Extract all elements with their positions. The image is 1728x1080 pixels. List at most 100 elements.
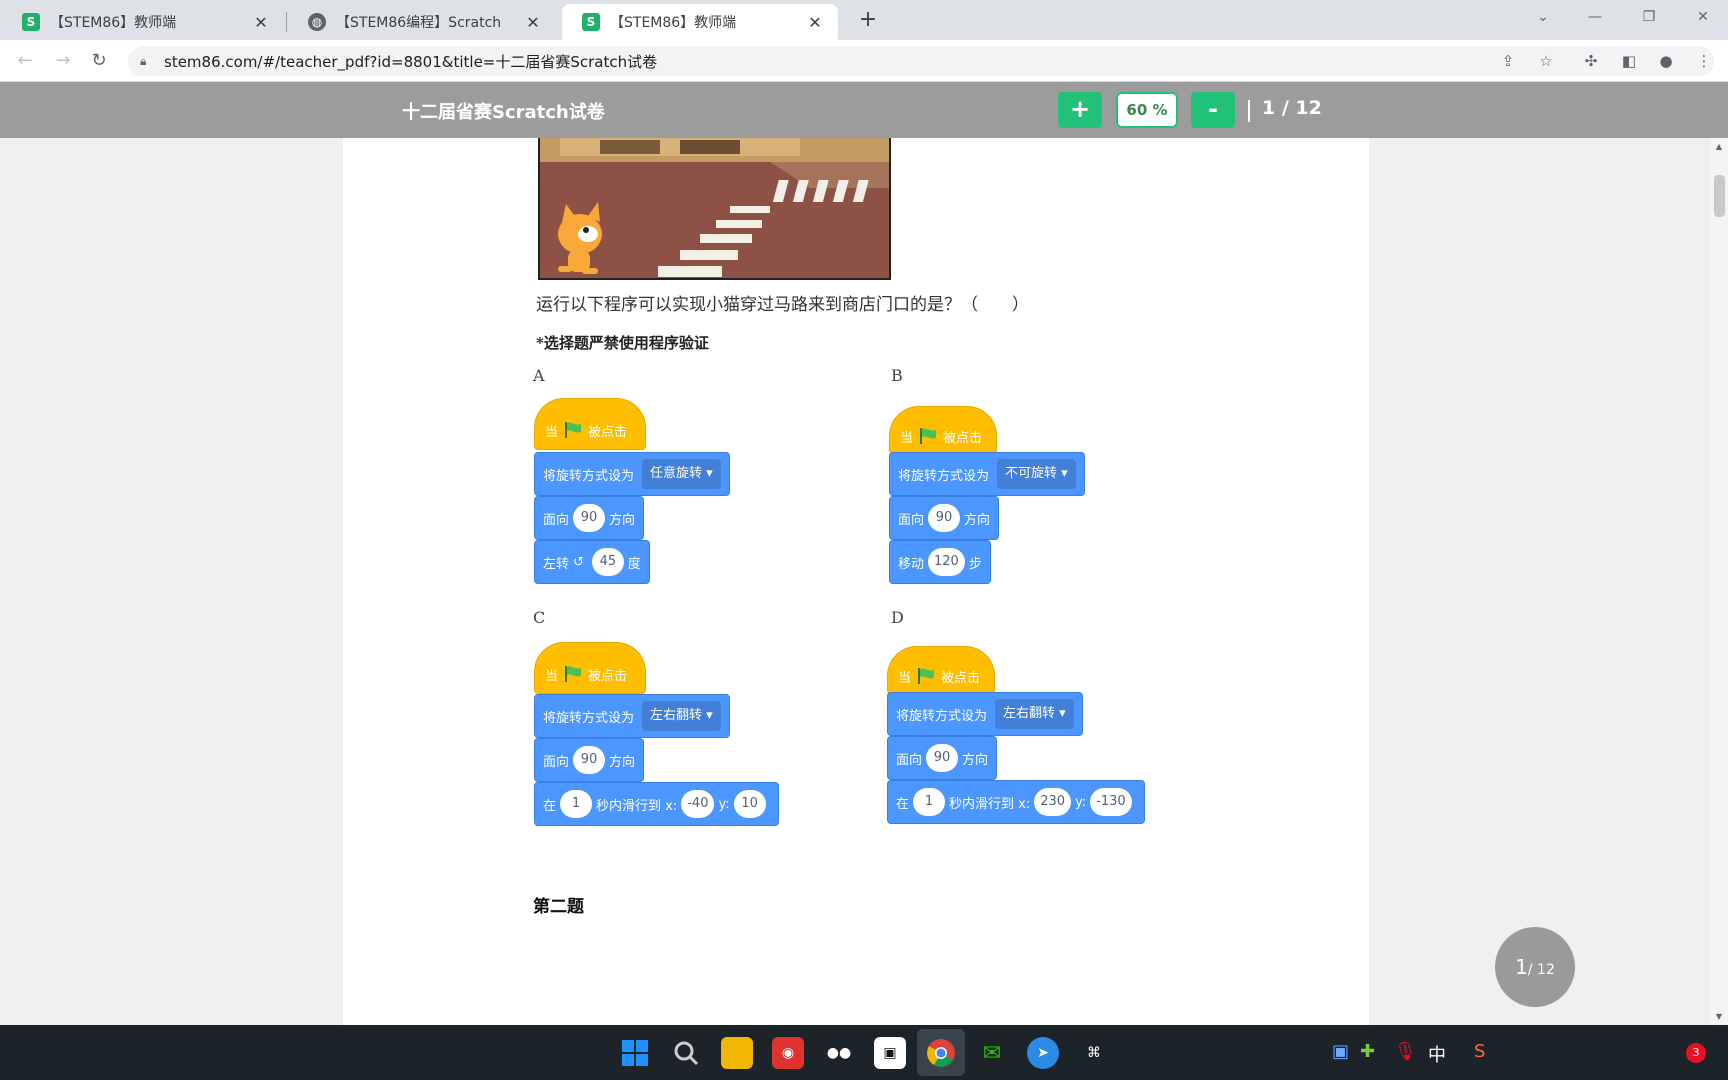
app-icon-eyes[interactable]: ●● <box>823 1037 855 1069</box>
minimize-button[interactable]: — <box>1572 0 1618 34</box>
turn-left-block: 左转 ↺ 45 度 <box>534 540 650 584</box>
scrollbar-thumb[interactable] <box>1714 175 1725 217</box>
tray-app-icon[interactable]: ▣ <box>1332 1041 1349 1062</box>
hat-text: 当 <box>545 424 559 440</box>
windows-start-icon[interactable] <box>619 1037 651 1069</box>
green-flag-icon <box>918 668 935 684</box>
zoom-in-button[interactable]: + <box>1058 92 1102 128</box>
green-flag-icon <box>565 422 582 438</box>
seconds-input: 1 <box>913 788 946 816</box>
chrome-icon[interactable] <box>925 1037 957 1069</box>
pdf-viewport[interactable]: 运行以下程序可以实现小猫穿过马路来到商店门口的是？（ ） *选择题严禁使用程序验… <box>0 138 1728 1025</box>
section-heading: 第二题 <box>533 897 584 917</box>
search-icon[interactable] <box>670 1037 702 1069</box>
when-flag-clicked-block: 当 被点击 <box>534 642 646 694</box>
microphone-icon[interactable]: 🎙︎ <box>1394 1041 1417 1062</box>
close-icon[interactable]: ✕ <box>806 13 824 32</box>
menu-kebab-icon[interactable]: ⋮ <box>1693 50 1715 72</box>
badge-current-page: 1 <box>1515 955 1528 979</box>
tab-strip: S 【STEM86】教师端 ✕ ◍ 【STEM86编程】Scratch ✕ S … <box>0 0 1728 40</box>
block-text: 步 <box>968 556 982 572</box>
hat-text: 当 <box>898 670 912 686</box>
block-text: 方向 <box>962 752 989 768</box>
block-text: 方向 <box>609 754 636 770</box>
ime-indicator[interactable]: 中 <box>1428 1041 1446 1067</box>
stem86-icon: S <box>22 13 40 31</box>
question-note: *选择题严禁使用程序验证 <box>536 334 709 352</box>
globe-icon: ◍ <box>308 13 326 31</box>
set-rotation-style-block: 将旋转方式设为 左右翻转 ▾ <box>887 692 1083 736</box>
address-bar[interactable]: 🔒︎ stem86.com/#/teacher_pdf?id=8801&titl… <box>128 46 1714 76</box>
divider <box>1248 100 1250 122</box>
block-text: 在 <box>896 796 910 812</box>
app-icon-blue-bird[interactable]: ➤ <box>1027 1037 1059 1069</box>
question-text: 运行以下程序可以实现小猫穿过马路来到商店门口的是？（ ） <box>536 295 1029 315</box>
profile-avatar-icon[interactable]: ● <box>1655 50 1677 72</box>
block-text: 度 <box>627 556 641 572</box>
question-illustration <box>538 138 891 280</box>
bookmark-star-icon[interactable]: ☆ <box>1535 50 1557 72</box>
floating-page-badge[interactable]: 1/ 12 <box>1495 927 1575 1007</box>
tab-title: 【STEM86】教师端 <box>610 15 737 31</box>
browser-tab-1[interactable]: S 【STEM86】教师端 ✕ <box>2 4 284 40</box>
green-flag-icon <box>920 428 937 444</box>
direction-input: 90 <box>928 504 961 532</box>
block-text: 面向 <box>896 752 923 768</box>
point-in-direction-block: 面向 90 方向 <box>534 496 645 540</box>
new-tab-button[interactable]: + <box>854 6 882 34</box>
file-explorer-icon[interactable] <box>721 1037 753 1069</box>
direction-input: 90 <box>926 744 959 772</box>
hat-text: 被点击 <box>588 424 628 440</box>
block-text: 方向 <box>609 512 636 528</box>
scroll-down-arrow-icon[interactable]: ▼ <box>1710 1012 1728 1021</box>
restore-button[interactable]: ❐ <box>1626 0 1672 34</box>
wechat-icon[interactable]: ✉ <box>976 1037 1008 1069</box>
point-in-direction-block: 面向 90 方向 <box>889 496 1000 540</box>
app-icon-camera[interactable]: ▣ <box>874 1037 906 1069</box>
tray-sogou-icon[interactable]: S <box>1474 1041 1485 1062</box>
app-icon-gamepad[interactable]: ⌘ <box>1078 1037 1110 1069</box>
zoom-out-button[interactable]: - <box>1191 92 1235 128</box>
forward-arrow-icon[interactable]: → <box>50 48 76 74</box>
back-arrow-icon[interactable]: ← <box>12 48 38 74</box>
tab-search-icon[interactable]: ⌄ <box>1520 0 1566 34</box>
side-panel-icon[interactable]: ◧ <box>1618 50 1640 72</box>
document-title: 十二届省赛Scratch试卷 <box>402 102 605 123</box>
block-text: 左转 <box>543 556 570 572</box>
url-text[interactable]: stem86.com/#/teacher_pdf?id=8801&title=十… <box>164 51 657 72</box>
stem86-icon: S <box>582 13 600 31</box>
app-icon-red[interactable]: ◉ <box>772 1037 804 1069</box>
hat-text: 被点击 <box>943 430 983 446</box>
browser-tab-2[interactable]: ◍ 【STEM86编程】Scratch ✕ <box>288 4 556 40</box>
direction-input: 90 <box>573 504 606 532</box>
notification-badge[interactable]: 3 <box>1686 1043 1706 1063</box>
block-text: 面向 <box>543 754 570 770</box>
rotation-style-dropdown: 左右翻转 ▾ <box>995 699 1074 729</box>
pdf-header: 十二届省赛Scratch试卷 + 60 % - 1 / 12 <box>0 82 1728 138</box>
browser-tab-3-active[interactable]: S 【STEM86】教师端 ✕ <box>562 4 838 40</box>
green-flag-icon <box>565 666 582 682</box>
close-icon[interactable]: ✕ <box>524 13 542 32</box>
point-in-direction-block: 面向 90 方向 <box>534 738 645 782</box>
scroll-up-arrow-icon[interactable]: ▲ <box>1710 142 1728 151</box>
vertical-scrollbar[interactable]: ▲ ▼ <box>1710 138 1728 1025</box>
x-input: -40 <box>681 790 715 818</box>
window-close-button[interactable]: ✕ <box>1680 0 1726 34</box>
y-input: 10 <box>733 790 766 818</box>
block-text: 将旋转方式设为 <box>543 468 635 484</box>
close-icon[interactable]: ✕ <box>252 13 270 32</box>
point-in-direction-block: 面向 90 方向 <box>887 736 998 780</box>
move-steps-block: 移动 120 步 <box>889 540 991 584</box>
tab-separator <box>286 12 287 32</box>
extensions-puzzle-icon[interactable]: ✣ <box>1580 50 1602 72</box>
share-icon[interactable]: ⇪ <box>1497 50 1519 72</box>
option-b-label: B <box>891 366 903 385</box>
block-text: y: <box>718 796 730 812</box>
direction-input: 90 <box>573 746 606 774</box>
hat-text: 被点击 <box>588 668 628 684</box>
lock-icon[interactable]: 🔒︎ <box>140 53 154 69</box>
tray-security-icon[interactable]: ✚ <box>1360 1041 1375 1062</box>
hat-text: 当 <box>900 430 914 446</box>
reload-icon[interactable]: ↻ <box>86 48 112 74</box>
block-text: 将旋转方式设为 <box>543 710 635 726</box>
